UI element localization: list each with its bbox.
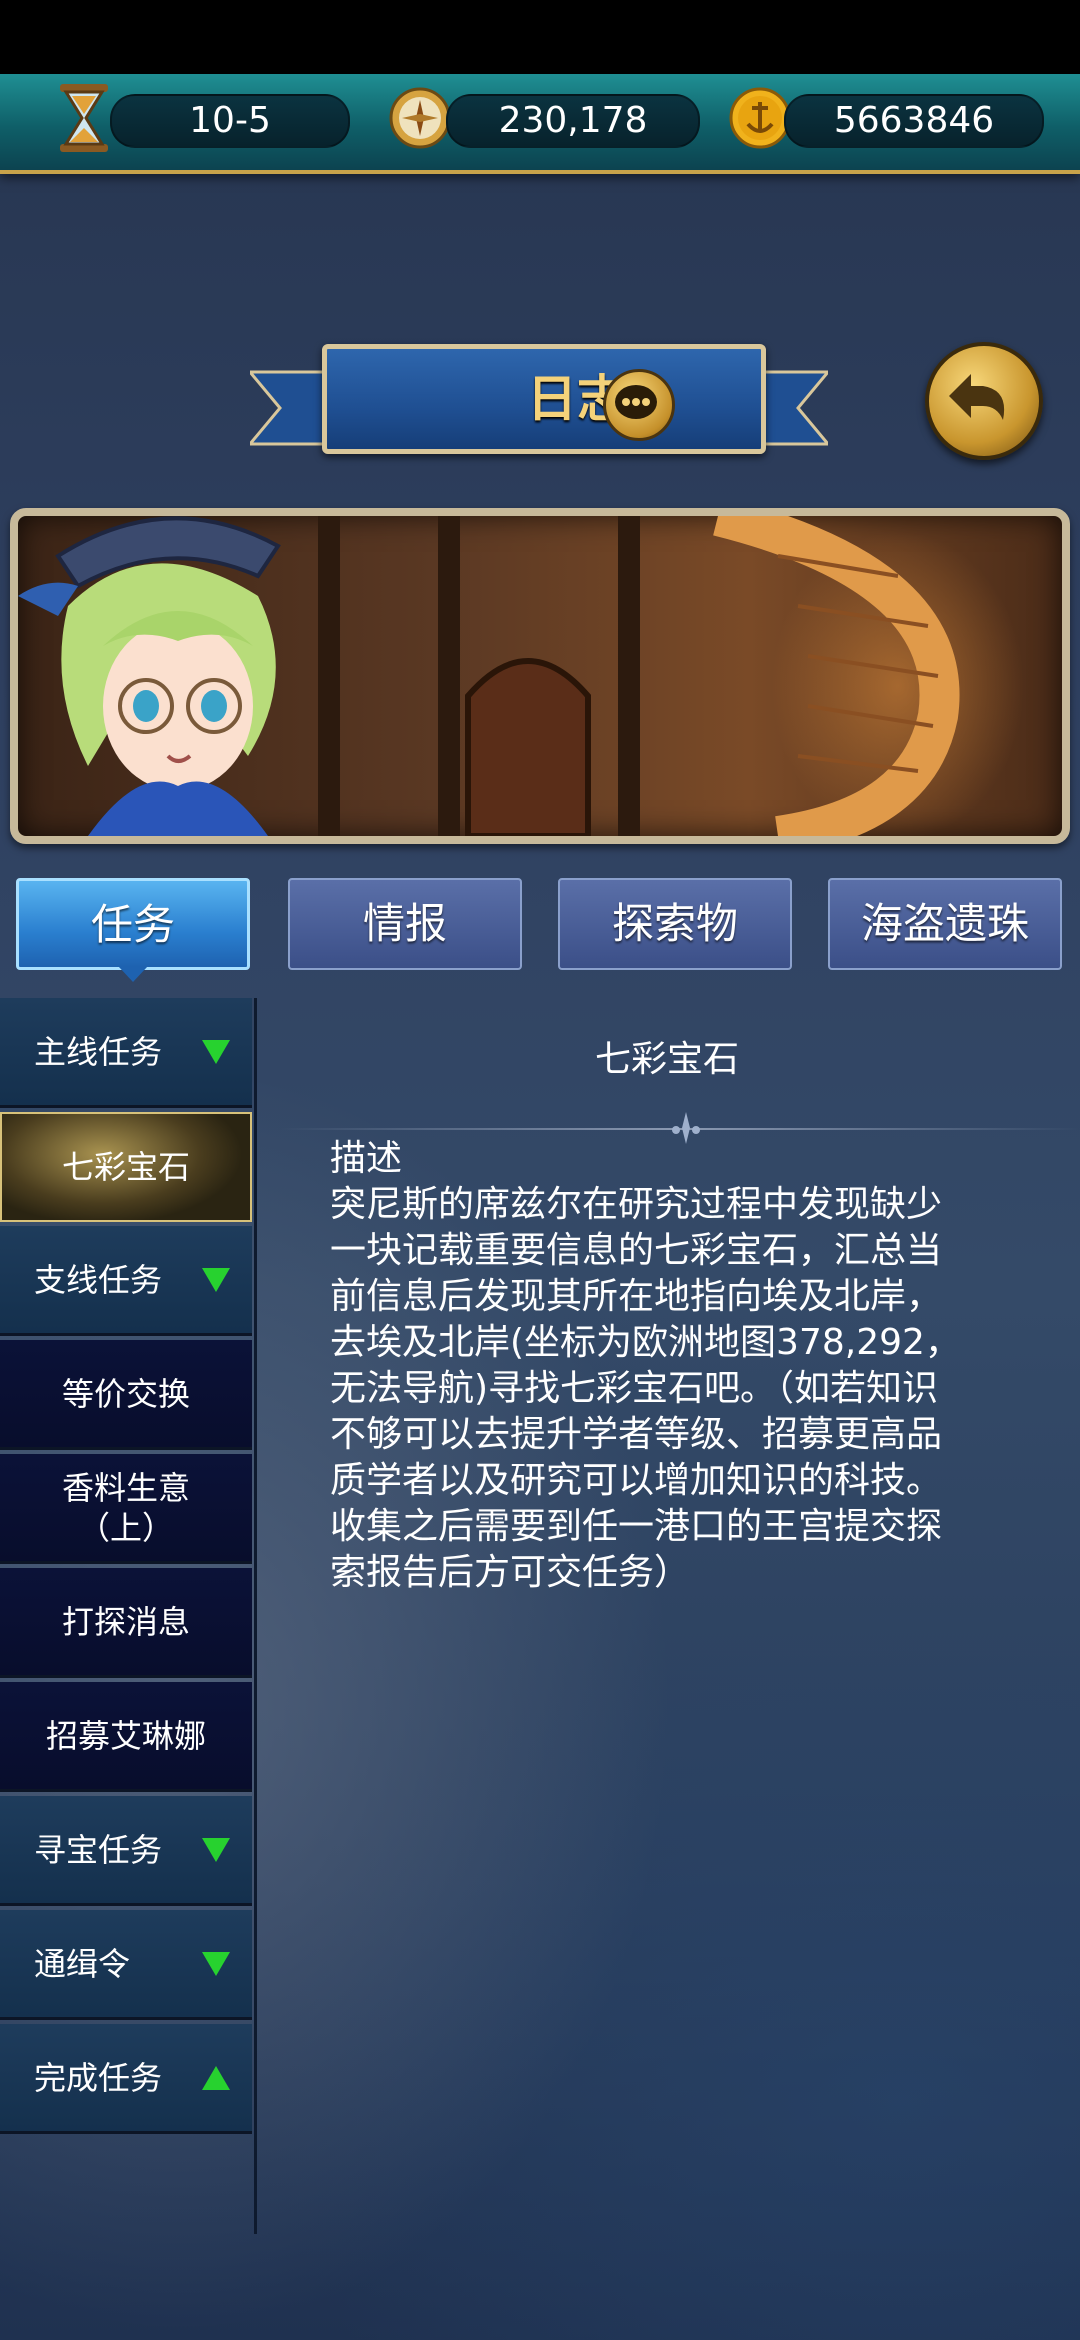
sidebar-item-main-quests[interactable]: 主线任务 — [0, 998, 252, 1108]
expand-down-icon — [202, 1040, 230, 1064]
sidebar-item-wanted[interactable]: 通缉令 — [0, 1910, 252, 2020]
tab-tasks[interactable]: 任务 — [16, 878, 250, 970]
chat-bubble-icon[interactable] — [603, 369, 675, 441]
sidebar-item-completed-quests[interactable]: 完成任务 — [0, 2024, 252, 2134]
sidebar-item-recruit-elena[interactable]: 招募艾琳娜 — [0, 1682, 252, 1792]
sidebar-item-label: 寻宝任务 — [34, 1830, 163, 1869]
sidebar-item-equal-exchange[interactable]: 等价交换 — [0, 1340, 252, 1450]
tab-intel[interactable]: 情报 — [288, 878, 522, 970]
sidebar-item-label: 支线任务 — [34, 1260, 163, 1299]
tab-active-pointer — [118, 966, 148, 982]
divider-ornament-icon — [672, 1112, 700, 1144]
quest-title: 七彩宝石 — [594, 1039, 739, 1080]
expand-down-icon — [202, 1268, 230, 1292]
quest-sidebar: 主线任务 七彩宝石 支线任务 等价交换 香料生意 （上） 打探消息 招募艾琳娜 … — [0, 998, 257, 2234]
collapse-up-icon — [202, 2066, 230, 2090]
sidebar-item-label: 七彩宝石 — [61, 1148, 190, 1186]
sidebar-item-label: 招募艾琳娜 — [45, 1716, 206, 1755]
sidebar-item-label: 打探消息 — [61, 1602, 190, 1641]
scene-illustration — [18, 516, 960, 836]
sidebar-item-label: 等价交换 — [61, 1374, 190, 1413]
character-portrait-panel — [10, 508, 1070, 844]
status-bar — [0, 0, 1080, 74]
back-button[interactable] — [925, 342, 1043, 460]
sidebar-item-gather-news[interactable]: 打探消息 — [0, 1568, 252, 1678]
sidebar-item-rainbow-gem[interactable]: 七彩宝石 — [0, 1112, 252, 1222]
quest-description: 突尼斯的席兹尔在研究过程中发现缺少 一块记载重要信息的七彩宝石，汇总当 前信息后… — [330, 1184, 961, 1593]
tab-discoveries[interactable]: 探索物 — [558, 878, 792, 970]
tab-pirate-treasure[interactable]: 海盗遗珠 — [828, 878, 1062, 970]
compass-icon — [388, 82, 452, 154]
hourglass-icon — [52, 82, 116, 154]
page-title: 日志 — [527, 370, 627, 428]
back-arrow-icon — [949, 374, 1005, 420]
sidebar-item-label: 完成任务 — [34, 2058, 163, 2097]
sidebar-item-side-quests[interactable]: 支线任务 — [0, 1226, 252, 1336]
expand-down-icon — [202, 1952, 230, 1976]
compass-value: 230,178 — [446, 94, 700, 148]
resource-bar: 10-5 230,178 5663846 — [0, 74, 1080, 174]
sidebar-item-label: 主线任务 — [34, 1032, 163, 1071]
gold-value: 5663846 — [784, 94, 1044, 148]
description-label: 描述 — [330, 1138, 403, 1179]
page-title-banner: 日志 — [322, 344, 766, 454]
sidebar-item-label: 通缉令 — [34, 1944, 131, 1983]
sidebar-item-treasure-quests[interactable]: 寻宝任务 — [0, 1796, 252, 1906]
anchor-coin-icon — [728, 82, 792, 154]
sidebar-item-spice-trade[interactable]: 香料生意 （上） — [0, 1454, 252, 1564]
sidebar-item-label: 香料生意 （上） — [61, 1468, 190, 1547]
level-value: 10-5 — [110, 94, 350, 148]
expand-down-icon — [202, 1838, 230, 1862]
